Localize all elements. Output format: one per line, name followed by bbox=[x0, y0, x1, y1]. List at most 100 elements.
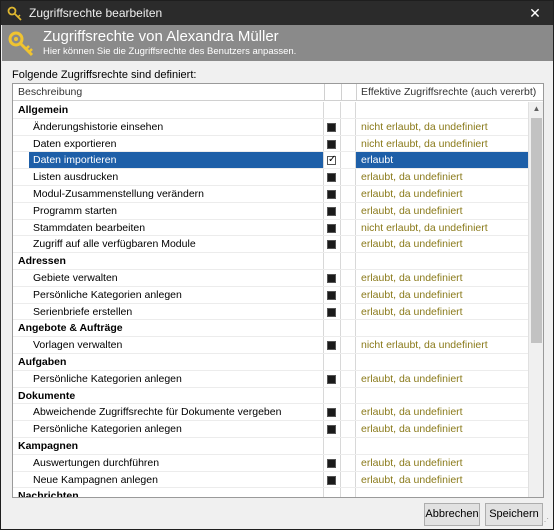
group-label: Dokumente bbox=[18, 389, 76, 402]
permission-row[interactable]: Modul-Zusammenstellung verändern erlaubt,… bbox=[13, 185, 528, 203]
permission-label: Zugriff auf alle verfügbaren Module bbox=[33, 238, 196, 251]
permission-checkbox[interactable] bbox=[327, 240, 336, 250]
checkbox-cell-2 bbox=[341, 488, 356, 497]
description-cell: Zugriff auf alle verfügbaren Module bbox=[13, 236, 324, 253]
permission-row[interactable]: Vorlagen verwalten nicht erlaubt, da unde… bbox=[13, 337, 528, 354]
dialog-header: Zugriffsrechte von Alexandra Müller Hier… bbox=[2, 25, 553, 61]
description-cell: Modul-Zusammenstellung verändern bbox=[13, 185, 324, 202]
permission-checkbox[interactable] bbox=[327, 122, 336, 132]
effective-cell: erlaubt, da undefiniert bbox=[356, 270, 528, 286]
group-row[interactable]: Kampagnen bbox=[13, 437, 528, 455]
permission-row[interactable]: Auswertungen durchführen erlaubt, da unde… bbox=[13, 454, 528, 472]
key-app-icon bbox=[7, 6, 22, 21]
permission-label: Persönliche Kategorien anlegen bbox=[33, 288, 182, 301]
permission-row[interactable]: Programm starten erlaubt, da undefiniert bbox=[13, 202, 528, 220]
description-cell: Listen ausdrucken bbox=[13, 169, 324, 185]
permission-checkbox[interactable] bbox=[327, 458, 336, 468]
effective-permission-text: erlaubt, da undefiniert bbox=[361, 238, 463, 251]
group-row[interactable]: Adressen bbox=[13, 253, 528, 270]
close-icon[interactable]: ✕ bbox=[523, 3, 547, 23]
save-button[interactable]: Speichern bbox=[485, 503, 543, 526]
group-label: Adressen bbox=[18, 255, 66, 268]
group-row[interactable]: Dokumente bbox=[13, 387, 528, 405]
checkbox-cell-2 bbox=[341, 169, 356, 185]
resize-grip-icon[interactable]: ⋰ bbox=[541, 517, 551, 527]
title-bar: Zugriffsrechte bearbeiten ✕ bbox=[1, 1, 553, 25]
effective-cell: erlaubt, da undefiniert bbox=[356, 371, 528, 387]
permission-checkbox[interactable] bbox=[327, 475, 336, 485]
permission-checkbox[interactable] bbox=[327, 154, 336, 166]
checkbox-cell-2 bbox=[341, 219, 356, 236]
permission-label: Modul-Zusammenstellung verändern bbox=[33, 187, 204, 200]
effective-cell: erlaubt, da undefiniert bbox=[356, 203, 528, 219]
checkbox-cell bbox=[324, 320, 341, 337]
permission-label: Auswertungen durchführen bbox=[33, 456, 160, 469]
permission-checkbox[interactable] bbox=[327, 374, 336, 384]
column-header-effective[interactable]: Effektive Zugriffsrechte (auch vererbt) bbox=[361, 86, 536, 98]
checkbox-cell-2 bbox=[341, 303, 356, 320]
effective-cell: erlaubt, da undefiniert bbox=[356, 169, 528, 185]
permission-checkbox[interactable] bbox=[327, 425, 336, 435]
permission-row[interactable]: Neue Kampagnen anlegen erlaubt, da undefi… bbox=[13, 471, 528, 489]
permission-row[interactable]: Abweichende Zugriffsrechte für Dokumente… bbox=[13, 404, 528, 422]
permission-row[interactable]: Zugriff auf alle verfügbaren Module erlau… bbox=[13, 236, 528, 254]
effective-permission-text: erlaubt, da undefiniert bbox=[361, 456, 463, 469]
group-row[interactable]: Angebote & Aufträge bbox=[13, 320, 528, 338]
permission-checkbox[interactable] bbox=[327, 189, 336, 199]
permission-row[interactable]: Daten importieren erlaubt bbox=[13, 152, 528, 170]
permission-checkbox[interactable] bbox=[327, 341, 336, 351]
description-cell: Abweichende Zugriffsrechte für Dokumente… bbox=[13, 404, 324, 421]
effective-cell bbox=[356, 320, 528, 336]
permission-checkbox[interactable] bbox=[327, 408, 336, 418]
permission-row[interactable]: Listen ausdrucken erlaubt, da undefiniert bbox=[13, 169, 528, 186]
effective-cell: erlaubt bbox=[356, 152, 528, 169]
permission-row[interactable]: Daten exportieren nicht erlaubt, da undef… bbox=[13, 135, 528, 153]
permission-row[interactable]: Persönliche Kategorien anlegen erlaubt, d… bbox=[13, 370, 528, 388]
description-cell: Persönliche Kategorien anlegen bbox=[13, 286, 324, 303]
scrollbar-thumb[interactable] bbox=[531, 118, 542, 343]
effective-cell bbox=[356, 354, 528, 370]
permission-row[interactable]: Persönliche Kategorien anlegen erlaubt, d… bbox=[13, 286, 528, 304]
checkbox-cell-2 bbox=[341, 185, 356, 202]
permission-row[interactable]: Änderungshistorie einsehen nicht erlaubt,… bbox=[13, 118, 528, 136]
effective-cell bbox=[356, 102, 528, 118]
effective-permission-text: erlaubt, da undefiniert bbox=[361, 288, 463, 301]
permission-checkbox[interactable] bbox=[327, 223, 336, 233]
column-separator bbox=[324, 84, 325, 101]
permission-checkbox[interactable] bbox=[327, 139, 336, 149]
permission-row[interactable]: Gebiete verwalten erlaubt, da undefiniert bbox=[13, 269, 528, 287]
permission-checkbox[interactable] bbox=[327, 173, 336, 183]
permission-checkbox[interactable] bbox=[327, 273, 336, 283]
checkbox-cell bbox=[324, 387, 341, 404]
group-label: Allgemein bbox=[18, 104, 69, 116]
description-cell: Serienbriefe erstellen bbox=[13, 303, 324, 320]
permission-row[interactable]: Persönliche Kategorien anlegen erlaubt, d… bbox=[13, 421, 528, 438]
checkbox-cell-2 bbox=[341, 202, 356, 219]
description-cell: Daten exportieren bbox=[13, 135, 324, 152]
permission-label: Programm starten bbox=[33, 204, 118, 217]
group-row[interactable]: Nachrichten bbox=[13, 488, 528, 498]
group-row[interactable]: Aufgaben bbox=[13, 353, 528, 371]
group-row[interactable]: Allgemein bbox=[13, 102, 528, 119]
effective-cell bbox=[356, 253, 528, 269]
effective-permission-text: nicht erlaubt, da undefiniert bbox=[361, 339, 488, 352]
checkbox-cell-2 bbox=[341, 454, 356, 471]
permission-checkbox[interactable] bbox=[327, 290, 336, 300]
permission-checkbox[interactable] bbox=[327, 307, 336, 317]
description-cell: Kampagnen bbox=[13, 437, 324, 454]
group-label: Nachrichten bbox=[18, 490, 79, 498]
vertical-scrollbar[interactable]: ▲ bbox=[528, 102, 543, 497]
cancel-button[interactable]: Abbrechen bbox=[424, 503, 480, 526]
effective-permission-text: erlaubt, da undefiniert bbox=[361, 423, 463, 436]
description-cell: Nachrichten bbox=[13, 488, 324, 498]
permission-row[interactable]: Serienbriefe erstellen erlaubt, da undefi… bbox=[13, 303, 528, 321]
checkbox-cell-2 bbox=[341, 118, 356, 135]
permission-row[interactable]: Stammdaten bearbeiten nicht erlaubt, da u… bbox=[13, 219, 528, 237]
scroll-up-icon[interactable]: ▲ bbox=[529, 102, 543, 116]
permission-checkbox[interactable] bbox=[327, 206, 336, 216]
effective-cell: erlaubt, da undefiniert bbox=[356, 236, 528, 252]
column-header-description[interactable]: Beschreibung bbox=[18, 86, 82, 98]
effective-cell bbox=[356, 488, 528, 497]
description-cell: Stammdaten bearbeiten bbox=[13, 219, 324, 236]
checkbox-cell-2 bbox=[341, 421, 356, 437]
